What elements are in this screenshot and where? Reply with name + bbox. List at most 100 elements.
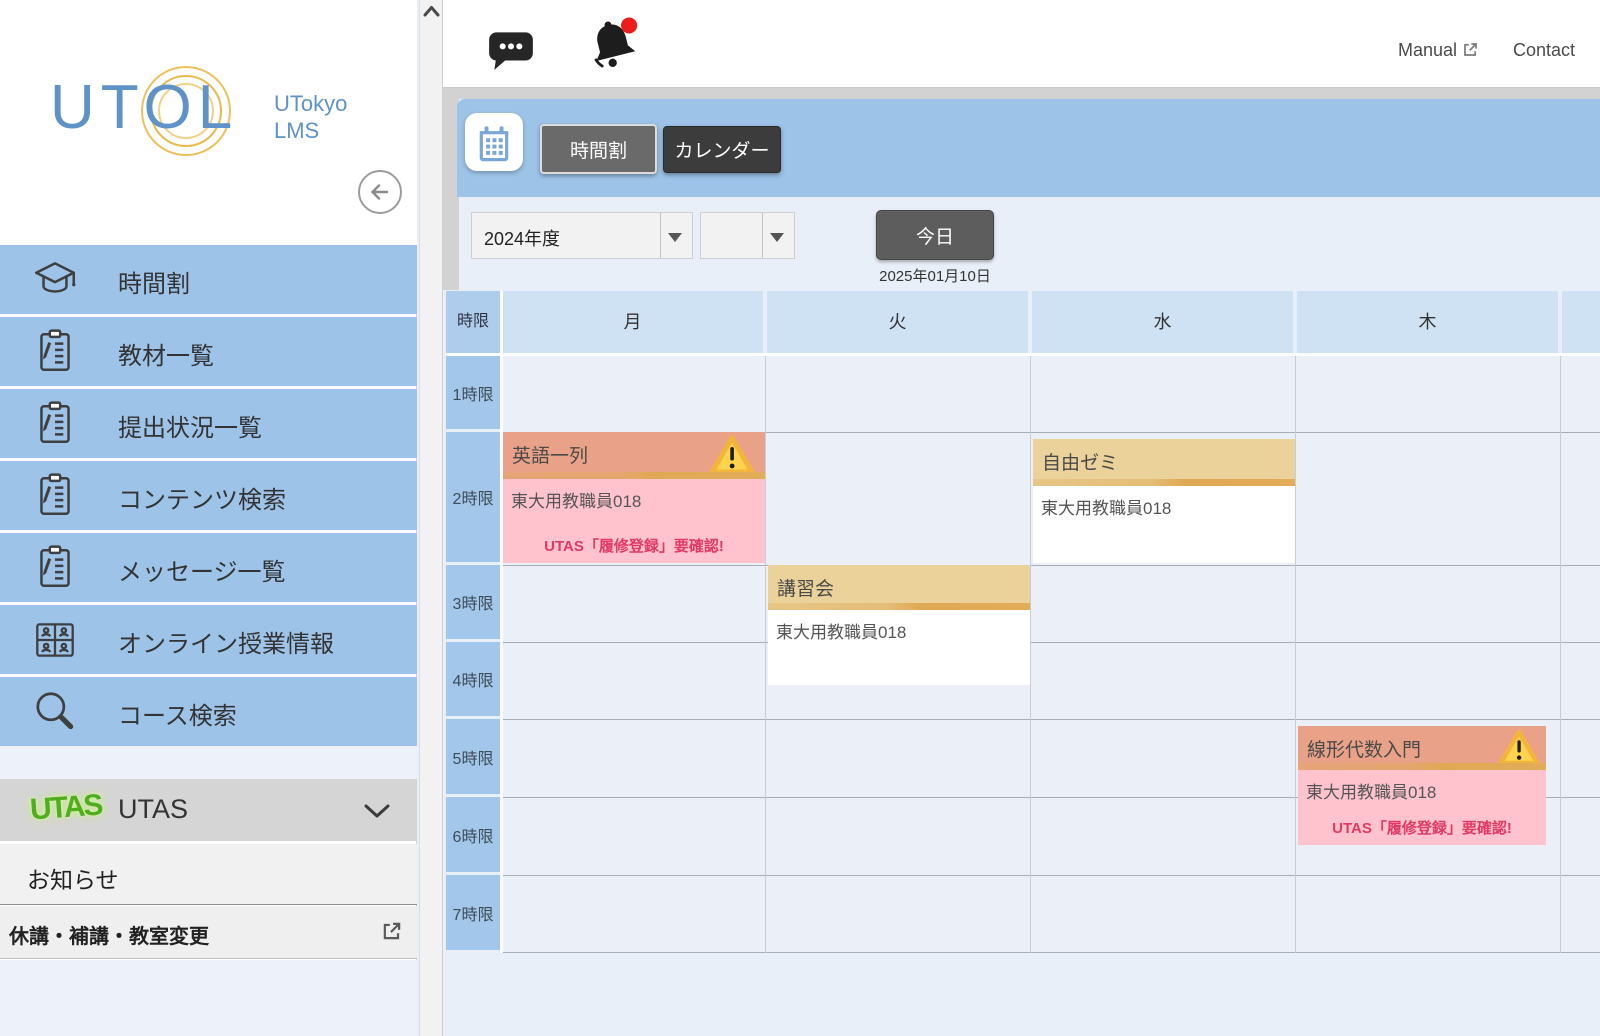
grid-gap	[446, 353, 1600, 356]
sidebar-item-label: 提出状況一覧	[118, 408, 262, 443]
course-entry-body: 東大用教職員018 UTAS「履修登録」要確認!	[503, 479, 765, 563]
sidebar-item-label: メッセージ一覧	[118, 552, 286, 587]
logo-text: UTOL	[50, 72, 238, 143]
utol-logo: UTOL UTokyoLMS	[0, 0, 417, 245]
grid-gap	[500, 291, 503, 953]
grid-row-line	[503, 952, 1600, 953]
sidebar-item-materials[interactable]: 教材一覧	[0, 317, 417, 386]
utol-app: UTOL UTokyoLMS 時間割 教材一覧 提出状況一覧	[0, 0, 1600, 1036]
sidebar-item-label: コース検索	[118, 696, 237, 731]
search-icon	[30, 687, 80, 737]
sidebar-item-submission-status[interactable]: 提出状況一覧	[0, 389, 417, 458]
period-label-7: 7時限	[446, 875, 500, 950]
course-instructor: 東大用教職員018	[1041, 494, 1295, 519]
bell-icon	[583, 64, 643, 79]
period-label-1: 1時限	[446, 356, 500, 429]
sidebar-scrollbar[interactable]	[419, 0, 443, 1036]
logo-subtitle: UTokyoLMS	[274, 90, 347, 144]
term-select[interactable]	[700, 212, 795, 259]
day-header-mon: 月	[502, 291, 763, 353]
sidebar-item-message-list[interactable]: メッセージ一覧	[0, 533, 417, 602]
online-class-icon	[30, 615, 80, 665]
class-changes-label: 休講・補講・教室変更	[9, 920, 209, 949]
day-header-tue: 火	[767, 291, 1028, 353]
course-entry-senkei-daisu[interactable]: 線形代数入門 東大用教職員018 UTAS「履修登録」要確認!	[1298, 726, 1546, 845]
grid-row-line	[503, 719, 1600, 720]
grid-column-line	[1295, 356, 1296, 953]
day-header-wed: 水	[1032, 291, 1293, 353]
notification-dot	[621, 17, 637, 33]
entry-header-strip	[768, 603, 1030, 610]
sidebar-item-class-changes[interactable]: 休講・補講・教室変更	[0, 906, 417, 959]
sidebar-footer-space	[0, 960, 417, 1036]
manual-label: Manual	[1398, 40, 1457, 60]
sidebar-divider	[0, 746, 417, 779]
utas-logo-icon: UTAS	[29, 789, 103, 828]
external-link-icon	[381, 920, 403, 947]
period-label-4: 4時限	[446, 642, 500, 716]
chevron-down-icon	[363, 803, 391, 824]
view-toolbar: 時間割 カレンダー	[457, 99, 1600, 197]
contact-link[interactable]: Contact	[1513, 40, 1575, 61]
day-header-fri: 金	[1562, 291, 1600, 353]
messages-button[interactable]	[486, 26, 536, 72]
course-entry-koshukai[interactable]: 講習会 東大用教職員018	[768, 565, 1030, 685]
tab-timetable[interactable]: 時間割	[540, 124, 657, 174]
chat-bubble-icon	[486, 60, 536, 75]
calendar-icon	[475, 150, 513, 165]
today-button[interactable]: 今日	[876, 210, 994, 260]
sidebar: UTOL UTokyoLMS 時間割 教材一覧 提出状況一覧	[0, 0, 417, 1036]
course-title: 線形代数入門	[1307, 735, 1421, 762]
notices-label: お知らせ	[27, 861, 119, 895]
sidebar-item-content-search[interactable]: コンテンツ検索	[0, 461, 417, 530]
sidebar-item-label: 教材一覧	[118, 336, 214, 371]
grid-row-line	[503, 875, 1600, 876]
course-entry-body: 東大用教職員018	[1033, 486, 1295, 563]
tab-calendar[interactable]: カレンダー	[663, 126, 781, 173]
clipboard-icon	[30, 327, 80, 377]
notifications-button[interactable]	[583, 14, 643, 76]
logo-subtitle-line2: LMS	[274, 118, 319, 143]
course-entry-eigo-ichiretsu[interactable]: 英語一列 東大用教職員018 UTAS「履修登録」要確認!	[503, 432, 765, 563]
sidebar-collapse-button[interactable]	[356, 168, 404, 216]
sidebar-item-label: オンライン授業情報	[118, 624, 334, 659]
external-link-icon	[1457, 40, 1479, 60]
graduation-cap-icon	[30, 255, 80, 305]
grid-column-line	[765, 356, 766, 953]
course-instructor: 東大用教職員018	[511, 487, 765, 512]
period-label-6: 6時限	[446, 797, 500, 872]
year-select[interactable]: 2024年度	[471, 212, 693, 259]
sidebar-utas-section[interactable]: UTAS UTAS	[0, 779, 417, 841]
clipboard-icon	[30, 399, 80, 449]
arrow-left-circle-icon	[356, 204, 404, 219]
period-column-header: 時限	[446, 291, 500, 353]
utas-label: UTAS	[118, 794, 188, 825]
course-entry-jiyu-zemi[interactable]: 自由ゼミ 東大用教職員018	[1033, 439, 1295, 563]
clipboard-icon	[30, 471, 80, 521]
course-entry-body: 東大用教職員018	[768, 610, 1030, 685]
grid-column-line	[1560, 356, 1561, 953]
course-entry-header: 自由ゼミ	[1033, 439, 1295, 486]
utas-warning-text: UTAS「履修登録」要確認!	[509, 535, 759, 556]
period-label-5: 5時限	[446, 719, 500, 794]
course-entry-body: 東大用教職員018 UTAS「履修登録」要確認!	[1298, 770, 1546, 845]
sidebar-item-label: コンテンツ検索	[118, 480, 286, 515]
calendar-view-button[interactable]	[465, 113, 523, 171]
sidebar-item-label: 時間割	[118, 264, 190, 299]
logo-subtitle-line1: UTokyo	[274, 91, 347, 116]
dropdown-arrow-icon	[770, 233, 784, 242]
course-instructor: 東大用教職員018	[1306, 778, 1546, 803]
day-header-thu: 木	[1297, 291, 1558, 353]
sidebar-item-online-class-info[interactable]: オンライン授業情報	[0, 605, 417, 674]
page-background-strip	[443, 88, 1600, 99]
period-label-2: 2時限	[446, 432, 500, 562]
select-arrow-zone	[660, 213, 692, 258]
sidebar-item-notices[interactable]: お知らせ	[0, 844, 417, 905]
sidebar-item-course-search[interactable]: コース検索	[0, 677, 417, 746]
manual-link[interactable]: Manual	[1398, 40, 1479, 61]
sidebar-item-timetable[interactable]: 時間割	[0, 245, 417, 314]
entry-header-strip	[503, 472, 765, 479]
scroll-up-arrow-icon[interactable]	[422, 4, 441, 26]
utas-warning-text: UTAS「履修登録」要確認!	[1304, 817, 1540, 838]
period-label-3: 3時限	[446, 565, 500, 639]
